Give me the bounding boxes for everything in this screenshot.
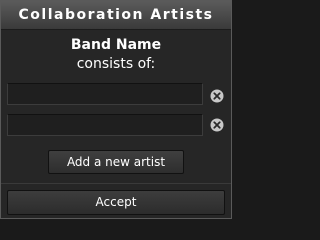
band-name-label: Band Name <box>70 37 162 53</box>
artist-input-1[interactable] <box>7 83 203 105</box>
title-bar: Collaboration Artists <box>1 1 231 30</box>
consists-of-label: consists of: <box>76 56 156 72</box>
accept-button[interactable]: Accept <box>7 190 225 215</box>
dialog-title: Collaboration Artists <box>18 7 214 23</box>
remove-artist-1-icon[interactable] <box>210 89 224 103</box>
artist-input-2[interactable] <box>7 114 203 136</box>
collaboration-artists-dialog: Collaboration Artists Band Name consists… <box>0 0 232 219</box>
footer-divider <box>1 183 231 184</box>
add-artist-button[interactable]: Add a new artist <box>48 150 184 174</box>
remove-artist-2-icon[interactable] <box>210 118 224 132</box>
